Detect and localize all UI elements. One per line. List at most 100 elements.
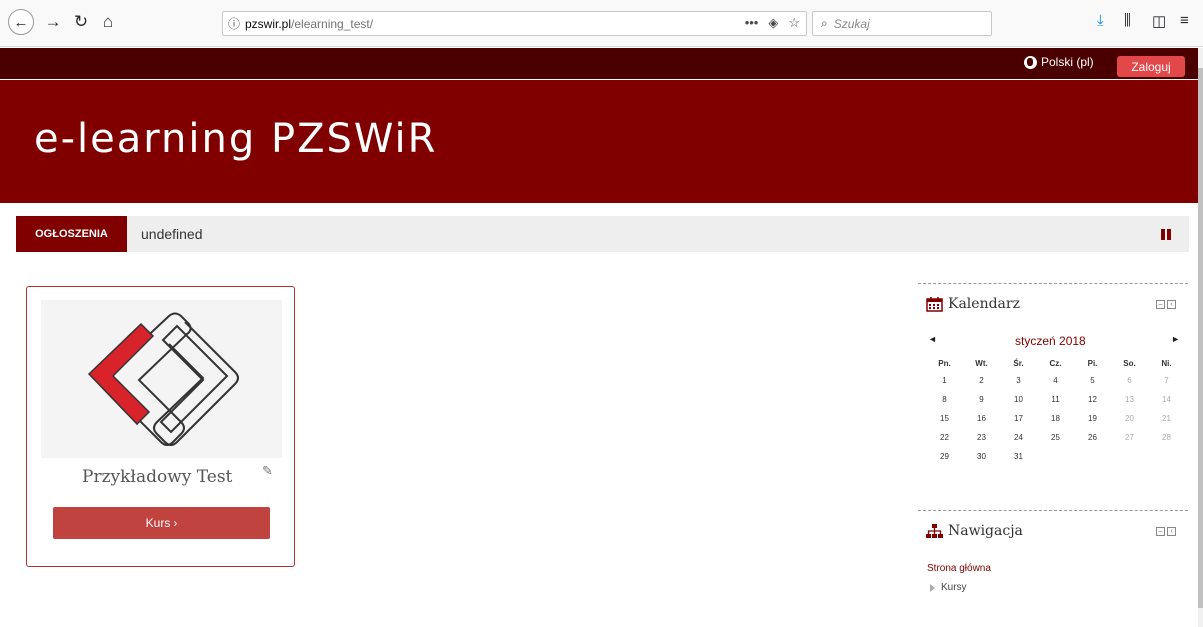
- calendar-day: [1074, 447, 1111, 466]
- calendar-day[interactable]: 6: [1111, 371, 1148, 390]
- announcement-label: OGŁOSZENIA: [16, 216, 127, 252]
- info-icon[interactable]: ⓘ: [223, 15, 245, 32]
- home-icon[interactable]: ⌂: [97, 11, 119, 33]
- course-image[interactable]: [41, 300, 282, 458]
- navigation-header: Nawigacja: [926, 523, 1023, 539]
- calendar-header: Kalendarz: [926, 296, 1020, 312]
- calendar-day: [1037, 447, 1074, 466]
- chevron-right-icon: ›: [173, 516, 178, 530]
- url-path: /elearning_test/: [291, 16, 374, 31]
- reload-icon[interactable]: ↻: [70, 11, 92, 33]
- language-menu[interactable]: Polski (pl): [1024, 55, 1094, 69]
- calendar-day[interactable]: 2: [963, 371, 1000, 390]
- calendar-day[interactable]: 8: [926, 390, 963, 409]
- navigation-block: Nawigacja – ‹ Strona główna Kursy: [918, 510, 1188, 620]
- weekday-header: Śr.: [1013, 358, 1024, 368]
- calendar-day[interactable]: 22: [926, 428, 963, 447]
- forward-arrow-icon[interactable]: →: [42, 11, 64, 33]
- weekday-header: Pn.: [938, 358, 951, 368]
- calendar-day[interactable]: 21: [1148, 409, 1185, 428]
- calendar-day[interactable]: 14: [1148, 390, 1185, 409]
- menu-icon[interactable]: ≡: [1180, 12, 1189, 29]
- page-actions-icon[interactable]: •••: [745, 15, 759, 31]
- calendar-day[interactable]: 20: [1111, 409, 1148, 428]
- calendar-day[interactable]: 28: [1148, 428, 1185, 447]
- calendar-day[interactable]: 3: [1000, 371, 1037, 390]
- site-topbar: Polski (pl) Zaloguj: [0, 48, 1198, 79]
- calendar-day: [1111, 447, 1148, 466]
- calendar-day[interactable]: 10: [1000, 390, 1037, 409]
- expand-triangle-icon[interactable]: [930, 583, 935, 592]
- collapse-icon[interactable]: –: [1156, 300, 1165, 309]
- calendar-day[interactable]: 4: [1037, 371, 1074, 390]
- scrollbar-thumb[interactable]: [1198, 68, 1203, 608]
- browser-toolbar: ← → ↻ ⌂ ⓘ pzswir.pl/elearning_test/ ••• …: [0, 0, 1203, 47]
- weekday-header: So.: [1123, 358, 1136, 368]
- calendar-day[interactable]: 12: [1074, 390, 1111, 409]
- calendar-day[interactable]: 16: [963, 409, 1000, 428]
- calendar-day[interactable]: 1: [926, 371, 963, 390]
- announcement-text[interactable]: undefined: [141, 226, 203, 242]
- dock-icon[interactable]: ‹: [1167, 300, 1176, 309]
- sidebar-icon[interactable]: ◫: [1152, 12, 1166, 30]
- nav-home-link[interactable]: Strona główna: [927, 563, 991, 574]
- download-icon[interactable]: ⤓: [1097, 12, 1104, 29]
- calendar-day[interactable]: 24: [1000, 428, 1037, 447]
- calendar-day[interactable]: 17: [1000, 409, 1037, 428]
- calendar-day[interactable]: 26: [1074, 428, 1111, 447]
- course-button[interactable]: Kurs ›: [53, 507, 270, 539]
- calendar-day[interactable]: 5: [1074, 371, 1111, 390]
- prev-month-icon[interactable]: ◄: [928, 334, 937, 344]
- calendar-title: Kalendarz: [948, 296, 1020, 312]
- calendar-day[interactable]: 19: [1074, 409, 1111, 428]
- nav-courses-label: Kursy: [941, 582, 967, 593]
- calendar-day[interactable]: 9: [963, 390, 1000, 409]
- course-card: Przykładowy Test ✎ Kurs ›: [26, 286, 295, 567]
- calendar-icon: [926, 297, 943, 312]
- weekday-header: Cz.: [1049, 358, 1062, 368]
- calendar-day: [1148, 447, 1185, 466]
- collapse-icon[interactable]: –: [1156, 527, 1165, 536]
- pause-icon[interactable]: [1161, 229, 1171, 240]
- calendar-month[interactable]: styczeń 2018: [1015, 334, 1086, 348]
- calendar-day[interactable]: 13: [1111, 390, 1148, 409]
- pocket-icon[interactable]: ◈: [768, 15, 778, 31]
- page-scrollbar[interactable]: [1198, 48, 1203, 627]
- search-icon: ⌕: [821, 16, 828, 30]
- announcement-bar: OGŁOSZENIA undefined: [16, 216, 1189, 252]
- course-title[interactable]: Przykładowy Test: [82, 467, 232, 487]
- next-month-icon[interactable]: ►: [1171, 334, 1180, 344]
- address-bar[interactable]: ⓘ pzswir.pl/elearning_test/ ••• ◈ ☆: [222, 11, 807, 36]
- calendar-day[interactable]: 30: [963, 447, 1000, 466]
- language-label: Polski (pl): [1041, 55, 1094, 69]
- calendar-day[interactable]: 27: [1111, 428, 1148, 447]
- calendar-day[interactable]: 31: [1000, 447, 1037, 466]
- site-banner: e-learning PZSWiR: [0, 80, 1198, 203]
- calendar-block: Kalendarz – ‹ ◄ styczeń 2018 ► Pn. Wt. Śr…: [918, 283, 1188, 493]
- dock-icon[interactable]: ‹: [1167, 527, 1176, 536]
- calendar-day[interactable]: 7: [1148, 371, 1185, 390]
- edit-icon[interactable]: ✎: [262, 463, 273, 479]
- site-title[interactable]: e-learning PZSWiR: [34, 116, 437, 162]
- back-arrow-icon[interactable]: ←: [8, 9, 34, 35]
- calendar-day[interactable]: 18: [1037, 409, 1074, 428]
- calendar-day[interactable]: 25: [1037, 428, 1074, 447]
- nav-courses-item[interactable]: Kursy: [930, 582, 967, 593]
- calendar-day[interactable]: 11: [1037, 390, 1074, 409]
- search-input[interactable]: ⌕ Szukaj: [812, 11, 992, 36]
- navigation-title: Nawigacja: [948, 523, 1023, 539]
- library-icon[interactable]: ⫼: [1124, 12, 1131, 29]
- url-host: pzswir.pl: [245, 16, 292, 31]
- calendar-day[interactable]: 15: [926, 409, 963, 428]
- weekday-header: Wt.: [975, 358, 988, 368]
- block-controls: – ‹: [1156, 300, 1176, 309]
- calendar-day[interactable]: 29: [926, 447, 963, 466]
- calendar-table: Pn. Wt. Śr. Cz. Pi. So. Ni. 1 2 3 4 5 6 …: [926, 355, 1185, 466]
- course-button-label: Kurs: [145, 516, 171, 530]
- calendar-day[interactable]: 23: [963, 428, 1000, 447]
- bookmark-star-icon[interactable]: ☆: [788, 15, 800, 31]
- weekday-header: Ni.: [1161, 358, 1172, 368]
- login-button[interactable]: Zaloguj: [1117, 56, 1185, 77]
- course-logo-icon: [87, 312, 239, 446]
- block-controls: – ‹: [1156, 527, 1176, 536]
